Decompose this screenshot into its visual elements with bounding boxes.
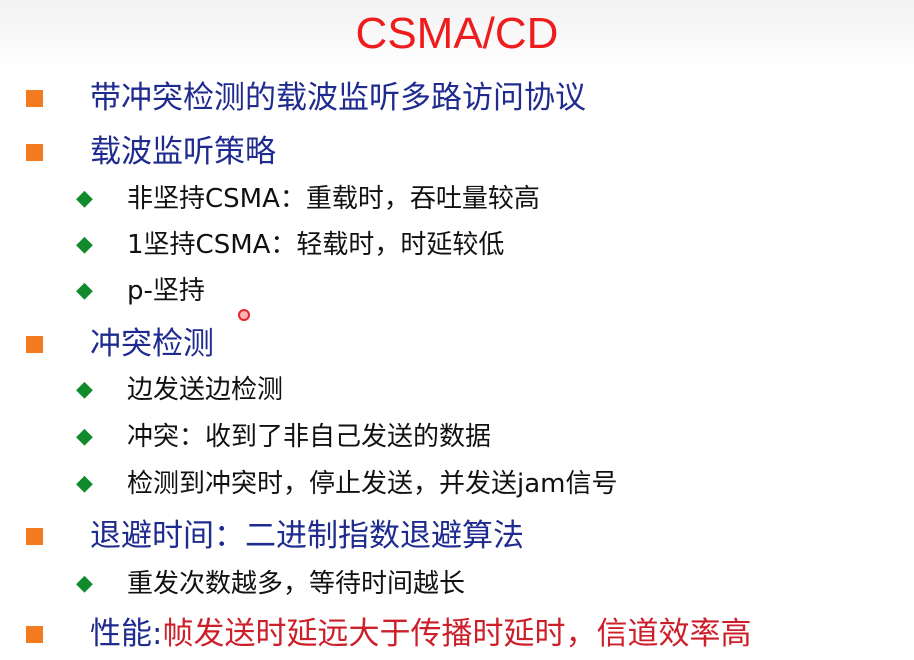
diamond-bullet-icon: ◆ bbox=[76, 377, 93, 402]
sub-bullet-text: 重发次数越多，等待时间越长 bbox=[127, 569, 466, 599]
square-bullet-icon bbox=[26, 626, 43, 643]
performance-label: 性能: bbox=[90, 616, 163, 652]
bullet-text: 性能:帧发送时延远大于传播时延时，信道效率高 bbox=[90, 614, 751, 654]
laser-pointer-icon bbox=[238, 309, 250, 321]
sub-bullet-text: p-坚持 bbox=[127, 276, 205, 306]
square-bullet-icon bbox=[26, 336, 43, 353]
sub-bullet-text: 边发送边检测 bbox=[127, 375, 284, 405]
sub-bullet-text: 冲突：收到了非自己发送的数据 bbox=[127, 422, 492, 452]
diamond-bullet-icon: ◆ bbox=[76, 186, 93, 211]
square-bullet-icon bbox=[26, 90, 43, 107]
diamond-bullet-icon: ◆ bbox=[76, 471, 93, 496]
diamond-bullet-icon: ◆ bbox=[76, 278, 93, 303]
sub-bullet-text: 1坚持CSMA：轻载时，时延较低 bbox=[127, 230, 505, 260]
sub-bullet-text: 检测到冲突时，停止发送，并发送jam信号 bbox=[127, 469, 618, 499]
slide-title: CSMA/CD bbox=[355, 9, 559, 58]
bullet-text: 冲突检测 bbox=[90, 326, 214, 362]
performance-accent-text: 帧发送时延远大于传播时延时，信道效率高 bbox=[162, 616, 752, 652]
square-bullet-icon bbox=[26, 528, 43, 545]
bullet-text: 带冲突检测的载波监听多路访问协议 bbox=[90, 80, 586, 116]
diamond-bullet-icon: ◆ bbox=[76, 424, 93, 449]
bullet-text: 退避时间：二进制指数退避算法 bbox=[90, 518, 524, 554]
square-bullet-icon bbox=[26, 144, 43, 161]
bullet-text: 载波监听策略 bbox=[90, 134, 276, 170]
sub-bullet-text: 非坚持CSMA：重载时，吞吐量较高 bbox=[127, 184, 540, 214]
diamond-bullet-icon: ◆ bbox=[76, 232, 93, 257]
diamond-bullet-icon: ◆ bbox=[76, 571, 93, 596]
